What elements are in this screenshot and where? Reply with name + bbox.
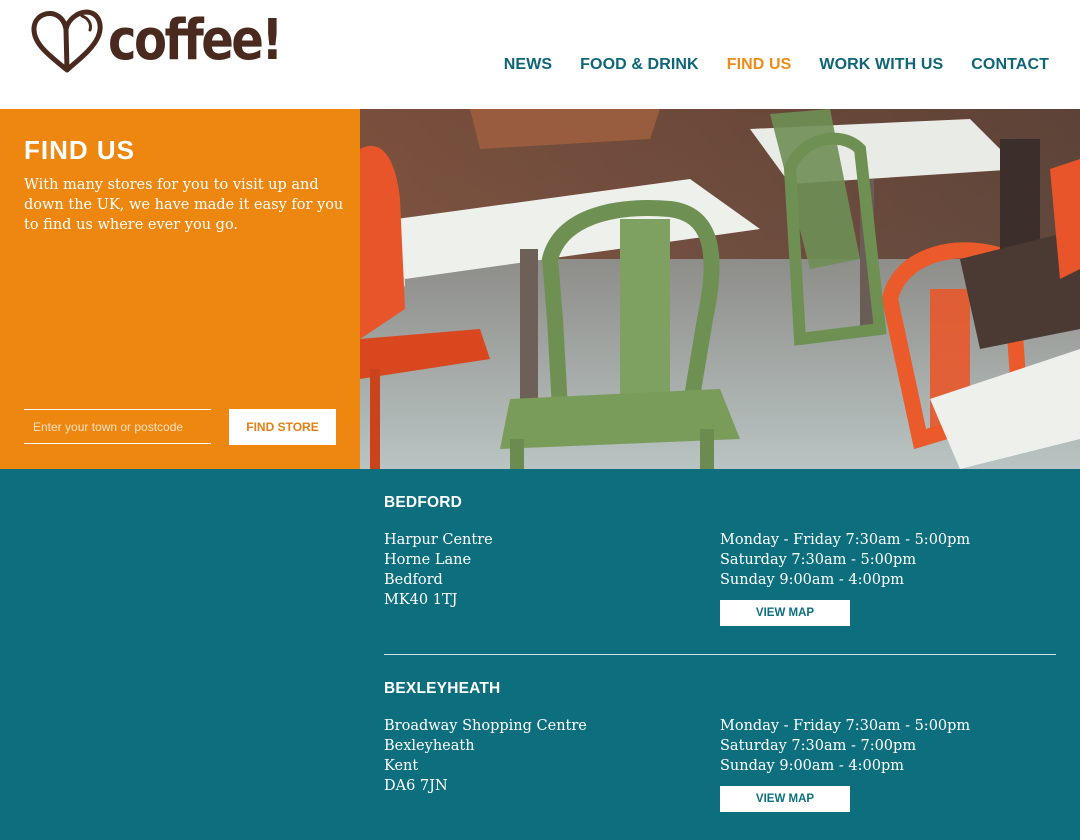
nav-work-with-us[interactable]: WORK WITH US	[819, 56, 943, 74]
page-title: FIND US	[24, 135, 135, 165]
address-line: MK40 1TJ	[384, 592, 458, 608]
view-map-button[interactable]: VIEW MAP	[720, 786, 850, 812]
view-map-button[interactable]: VIEW MAP	[720, 600, 850, 626]
address-line: Kent	[384, 758, 419, 774]
hours-line: Sunday 9:00am - 4:00pm	[720, 572, 905, 588]
store-name: BEXLEYHEATH	[384, 680, 501, 697]
store-card: BEDFORD Harpur Centre Horne Lane Bedford…	[384, 494, 1056, 626]
store-divider	[384, 654, 1056, 655]
nav-news[interactable]: NEWS	[504, 56, 552, 74]
hours-line: Monday - Friday 7:30am - 5:00pm	[720, 718, 971, 734]
site-header: coffee! NEWS FOOD & DRINK FIND US WORK W…	[0, 0, 1080, 109]
logo-wordmark: coffee!	[108, 8, 283, 73]
hours-line: Saturday 7:30am - 5:00pm	[720, 552, 917, 568]
store-address: Broadway Shopping Centre Bexleyheath Ken…	[384, 716, 587, 796]
address-line: DA6 7JN	[384, 778, 448, 794]
hours-line: Sunday 9:00am - 4:00pm	[720, 758, 905, 774]
logo[interactable]: coffee!	[30, 6, 309, 76]
store-address: Harpur Centre Horne Lane Bedford MK40 1T…	[384, 530, 493, 610]
nav-food-drink[interactable]: FOOD & DRINK	[580, 56, 699, 74]
store-list: BEDFORD Harpur Centre Horne Lane Bedford…	[0, 469, 1080, 840]
hours-line: Saturday 7:30am - 7:00pm	[720, 738, 917, 754]
store-hours: Monday - Friday 7:30am - 5:00pm Saturday…	[720, 716, 970, 776]
heart-icon	[31, 9, 103, 73]
postcode-search-input[interactable]	[24, 409, 211, 444]
address-line: Broadway Shopping Centre	[384, 718, 587, 734]
hours-line: Monday - Friday 7:30am - 5:00pm	[720, 532, 971, 548]
address-line: Harpur Centre	[384, 532, 493, 548]
address-line: Bedford	[384, 572, 443, 588]
find-us-panel: FIND US With many stores for you to visi…	[0, 109, 360, 469]
cafe-photo	[360, 109, 1080, 469]
address-line: Horne Lane	[384, 552, 472, 568]
intro-text: With many stores for you to visit up and…	[24, 177, 344, 233]
main-nav: NEWS FOOD & DRINK FIND US WORK WITH US C…	[504, 56, 1049, 74]
nav-contact[interactable]: CONTACT	[971, 56, 1049, 74]
nav-find-us[interactable]: FIND US	[727, 56, 792, 74]
store-name: BEDFORD	[384, 494, 463, 511]
store-card: BEXLEYHEATH Broadway Shopping Centre Bex…	[384, 680, 1056, 812]
find-store-button[interactable]: FIND STORE	[229, 409, 336, 445]
address-line: Bexleyheath	[384, 738, 475, 754]
store-hours: Monday - Friday 7:30am - 5:00pm Saturday…	[720, 530, 970, 590]
